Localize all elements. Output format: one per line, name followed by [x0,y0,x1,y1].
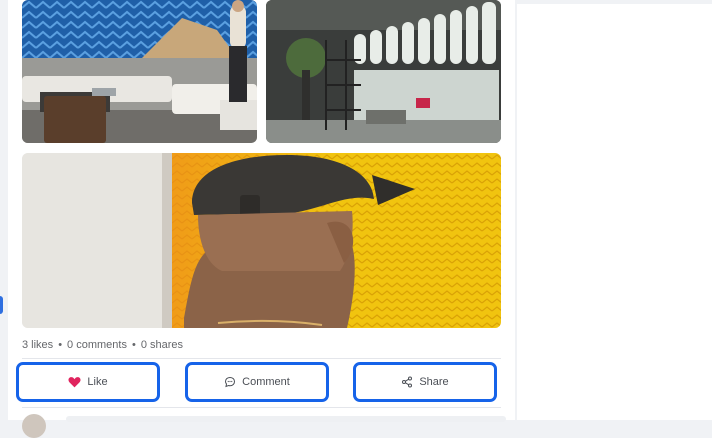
gallery-sofa-illustration [22,0,257,143]
avatar[interactable] [22,414,46,438]
comment-icon [225,376,236,388]
post-stats: 3 likes • 0 comments • 0 shares [22,338,183,352]
man-cap-yellow-art-illustration [22,153,501,328]
like-label: Like [87,376,108,388]
post-image-2[interactable] [266,0,501,143]
comment-label: Comment [242,376,290,388]
right-sidebar-panel [517,4,712,420]
divider [22,407,501,408]
scroll-indicator [0,296,3,314]
next-item-placeholder [66,416,506,422]
comments-count[interactable]: 0 comments [67,339,127,351]
likes-count[interactable]: 3 likes [22,339,53,351]
post-image-1[interactable] [22,0,257,143]
stats-separator: • [58,339,63,351]
post-card: 3 likes • 0 comments • 0 shares Like Com… [8,0,515,438]
divider [22,358,501,359]
post-image-3[interactable] [22,153,501,328]
stats-separator: • [131,339,136,351]
loft-windows-illustration [266,0,501,143]
heart-icon [68,377,81,388]
share-button[interactable]: Share [353,362,497,402]
shares-count[interactable]: 0 shares [141,339,183,351]
like-button[interactable]: Like [16,362,160,402]
share-label: Share [419,376,449,388]
comment-button[interactable]: Comment [185,362,329,402]
share-icon [402,376,413,388]
